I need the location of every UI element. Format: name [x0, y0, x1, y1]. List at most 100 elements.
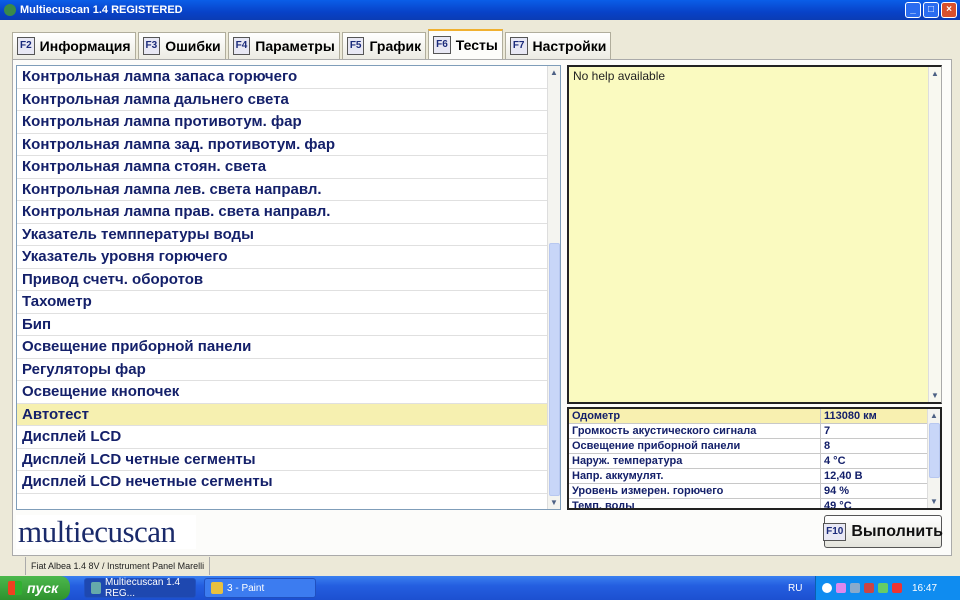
tests-scrollbar[interactable]: ▲ ▼: [547, 66, 560, 509]
execute-label: Выполнить: [851, 522, 943, 540]
test-item[interactable]: Дисплей LCD четные сегменты: [17, 449, 548, 471]
tab-bar: F2 Информация F3 Ошибки F4 Параметры F5 График F…: [12, 29, 613, 59]
param-name: Громкость акустического сигнала: [569, 424, 821, 438]
task-paint[interactable]: 3 - Paint: [204, 578, 316, 598]
scroll-thumb[interactable]: [549, 243, 560, 496]
param-value: 7: [824, 425, 831, 437]
tab-f5[interactable]: F5 График: [341, 32, 427, 59]
test-item[interactable]: Контрольная лампа стоян. света: [17, 156, 548, 179]
scroll-up-icon[interactable]: ▲: [929, 67, 941, 80]
test-item[interactable]: Привод счетч. оборотов: [17, 269, 548, 291]
param-row[interactable]: Уровень измерен. горючего 94 %: [569, 484, 930, 499]
app-icon: [91, 582, 102, 594]
status-bar: Fiat Albea 1.4 8V / Instrument Panel Mar…: [0, 556, 960, 576]
test-item[interactable]: Освещение приборной панели: [17, 336, 548, 359]
scroll-up-icon[interactable]: ▲: [928, 409, 940, 422]
param-row[interactable]: Наруж. температура 4 °C: [569, 454, 930, 469]
window-title: Multiecuscan 1.4 REGISTERED: [20, 4, 183, 16]
network-icon[interactable]: [850, 583, 860, 593]
fkey-icon: F2: [17, 37, 35, 55]
tab-label: Настройки: [532, 38, 607, 54]
clock: 16:47: [912, 582, 938, 594]
logo: multiecuscan: [16, 515, 196, 549]
param-row[interactable]: Темп. воды 49 °C: [569, 499, 930, 510]
test-item[interactable]: Освещение кнопочек: [17, 381, 548, 404]
minimize-button[interactable]: _: [905, 2, 921, 18]
title-bar: Multiecuscan 1.4 REGISTERED _ □ ×: [0, 0, 960, 20]
fkey-icon: F5: [346, 37, 365, 55]
language-indicator[interactable]: RU: [788, 583, 802, 594]
paint-icon: [211, 582, 223, 594]
param-name: Темп. воды: [569, 499, 821, 508]
test-item[interactable]: Дисплей LCD: [17, 426, 548, 449]
task-multiecuscan[interactable]: Multiecuscan 1.4 REG...: [84, 577, 196, 599]
help-panel: No help available ▲ ▼: [567, 65, 942, 404]
test-item[interactable]: Тахометр: [17, 291, 548, 314]
params-table: Одометр 113080 км Громкость акустического …: [567, 407, 942, 510]
tab-label: Тесты: [455, 37, 498, 53]
test-item[interactable]: Указатель темппературы воды: [17, 224, 548, 246]
tab-label: Информация: [39, 38, 131, 54]
tray-expand-icon[interactable]: [822, 583, 832, 593]
windows-logo-icon: [8, 581, 22, 595]
f10-key-icon: F10: [823, 522, 847, 541]
test-item[interactable]: Контрольная лампа запаса горючего: [17, 66, 548, 89]
param-name: Напр. аккумулят.: [569, 469, 821, 483]
param-name: Освещение приборной панели: [569, 439, 821, 453]
tab-f4[interactable]: F4 Параметры: [227, 32, 340, 59]
fkey-icon: F6: [433, 36, 451, 54]
tab-label: Параметры: [255, 38, 335, 54]
param-row[interactable]: Громкость акустического сигнала 7: [569, 424, 930, 439]
tab-f7[interactable]: F7 Настройки: [504, 32, 612, 59]
param-name: Одометр: [569, 409, 821, 423]
tab-f2[interactable]: F2 Информация: [12, 32, 136, 59]
scroll-down-icon[interactable]: ▼: [928, 495, 940, 508]
tests-list[interactable]: Контрольная лампа запаса горючего Контрол…: [16, 65, 561, 510]
param-name: Уровень измерен. горючего: [569, 484, 821, 498]
scroll-thumb[interactable]: [929, 423, 940, 478]
param-value: 8: [824, 440, 831, 452]
scroll-down-icon[interactable]: ▼: [548, 496, 560, 509]
param-value: 12,40 В: [824, 470, 863, 482]
antivirus-icon[interactable]: [892, 583, 902, 593]
fkey-icon: F7: [509, 37, 528, 55]
tray-icon[interactable]: [878, 583, 888, 593]
help-scrollbar[interactable]: ▲ ▼: [928, 67, 941, 402]
start-button[interactable]: пуск: [0, 576, 70, 600]
param-value: 49 °C: [824, 500, 852, 510]
test-item[interactable]: Контрольная лампа зад. противотум. фар: [17, 134, 548, 156]
tab-f3[interactable]: F3 Ошибки: [137, 32, 226, 59]
param-row[interactable]: Освещение приборной панели 8: [569, 439, 930, 454]
help-text: No help available: [573, 69, 666, 83]
param-value: 94 %: [824, 485, 850, 497]
fkey-icon: F4: [232, 37, 251, 55]
test-item[interactable]: Контрольная лампа дальнего света: [17, 89, 548, 111]
scroll-up-icon[interactable]: ▲: [548, 66, 560, 79]
app-icon: [4, 4, 16, 16]
close-button[interactable]: ×: [941, 2, 957, 18]
test-item[interactable]: Контрольная лампа лев. света направл.: [17, 179, 548, 201]
param-name: Наруж. температура: [569, 454, 821, 468]
execute-button[interactable]: F10 Выполнить: [823, 515, 943, 548]
maximize-button[interactable]: □: [923, 2, 939, 18]
test-item[interactable]: Регуляторы фар: [17, 359, 548, 381]
param-value: 4 °C: [824, 455, 846, 467]
test-item[interactable]: Бип: [17, 314, 548, 336]
test-item[interactable]: Указатель уровня горючего: [17, 246, 548, 269]
task-label: Multiecuscan 1.4 REG...: [105, 577, 181, 599]
tab-label: Ошибки: [165, 38, 221, 54]
vehicle-status: Fiat Albea 1.4 8V / Instrument Panel Mar…: [25, 557, 211, 575]
tab-label: График: [369, 38, 422, 54]
tab-f6[interactable]: F6 Тесты: [428, 29, 503, 59]
task-label: 3 - Paint: [227, 582, 265, 594]
param-row[interactable]: Напр. аккумулят. 12,40 В: [569, 469, 930, 484]
test-item[interactable]: Дисплей LCD нечетные сегменты: [17, 471, 548, 494]
scroll-down-icon[interactable]: ▼: [929, 389, 941, 402]
tray-icon[interactable]: [864, 583, 874, 593]
test-item[interactable]: Автотест: [17, 403, 548, 426]
param-row[interactable]: Одометр 113080 км: [569, 409, 930, 424]
test-item[interactable]: Контрольная лампа противотум. фар: [17, 111, 548, 134]
test-item[interactable]: Контрольная лампа прав. света направл.: [17, 201, 548, 224]
params-scrollbar[interactable]: ▲ ▼: [927, 409, 940, 508]
tray-icon[interactable]: [836, 583, 846, 593]
